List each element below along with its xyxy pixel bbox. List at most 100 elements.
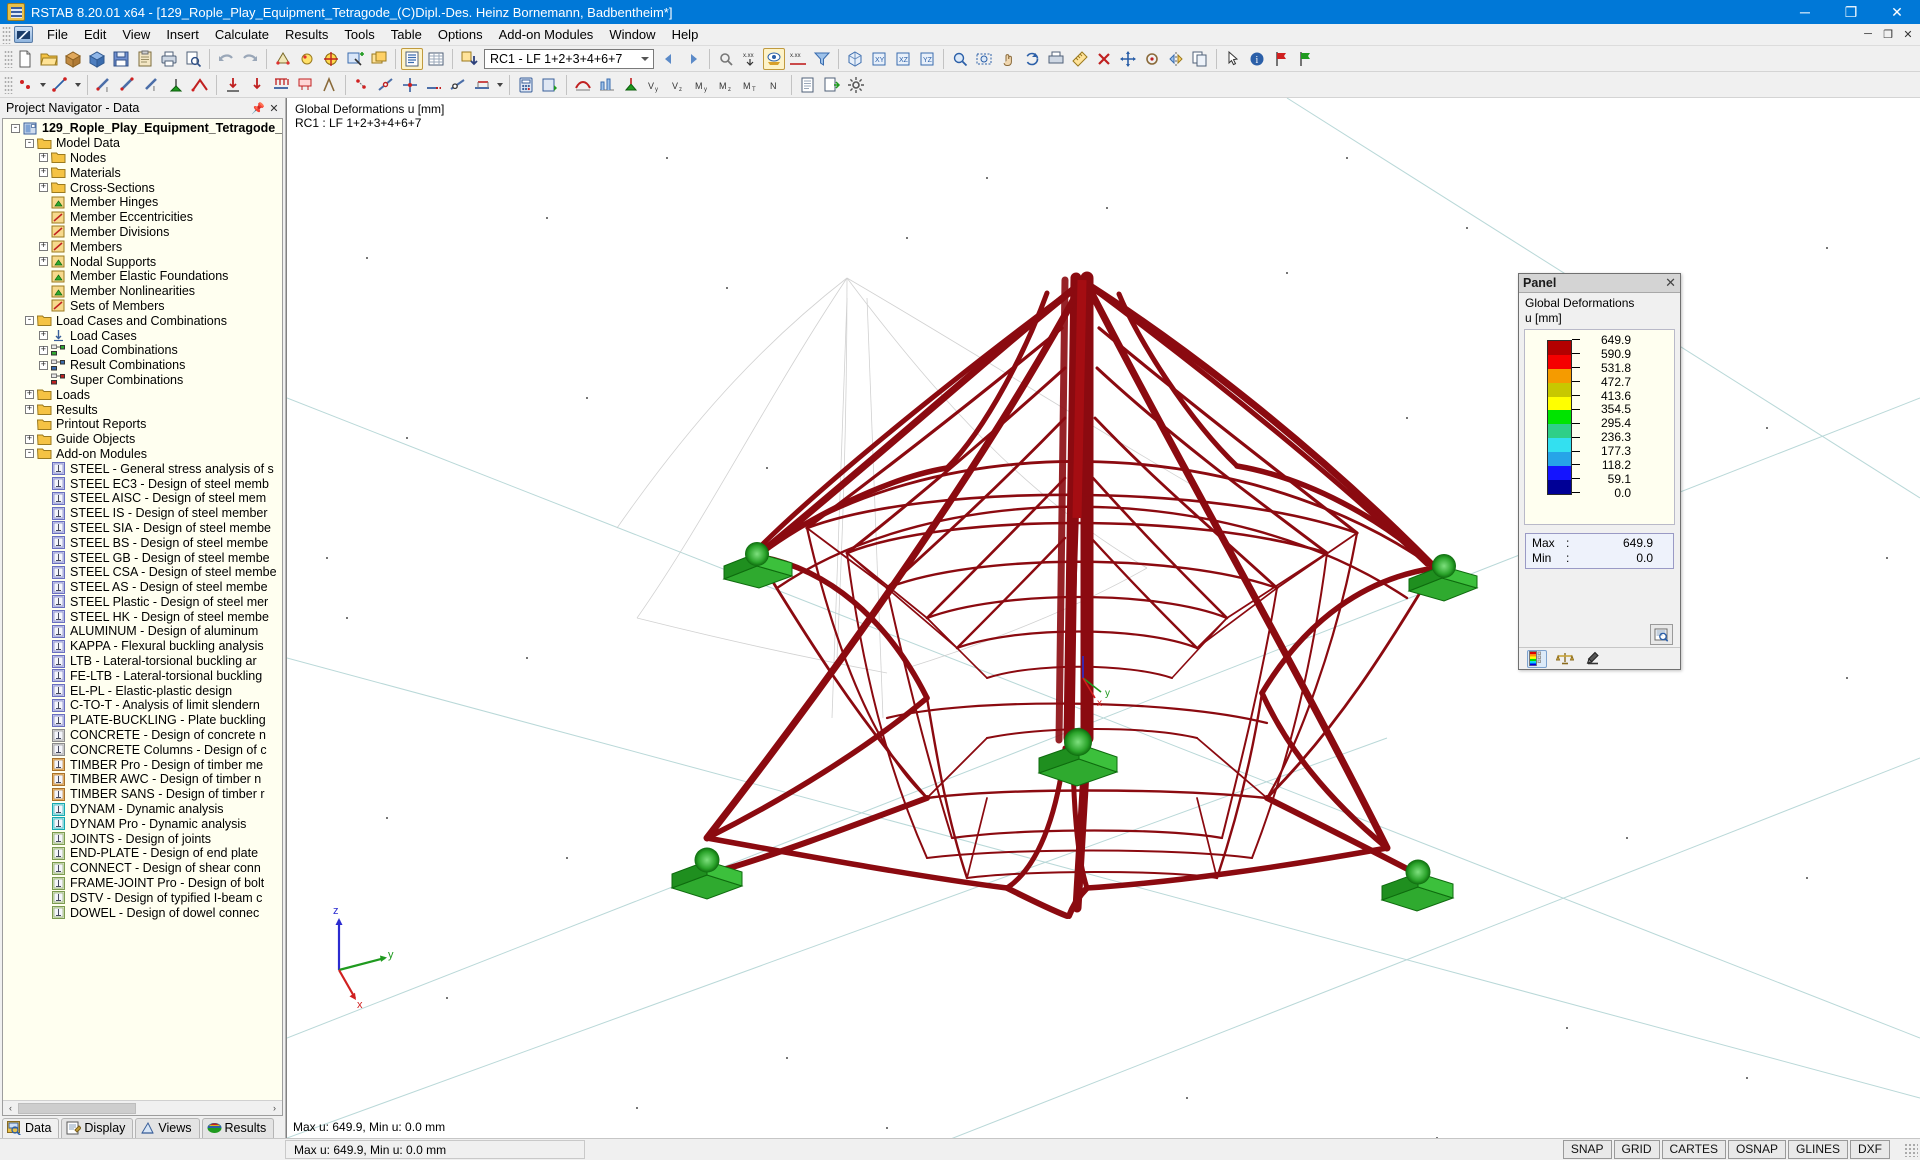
tree-node-loads[interactable]: + Loads [3, 387, 282, 402]
settings-icon[interactable] [845, 74, 867, 96]
result-value-label-icon[interactable]: x.xx [739, 48, 761, 70]
tree-node-nodes[interactable]: + Nodes [3, 151, 282, 166]
toolbar2-grip[interactable] [4, 75, 13, 94]
tree-node-steel-ec3-design-of-steel-memb[interactable]: STEEL EC3 - Design of steel memb [3, 476, 282, 491]
tree-node-steel-plastic-design-of-steel-mer[interactable]: STEEL Plastic - Design of steel mer [3, 595, 282, 610]
mdi-restore-button[interactable]: ❐ [1879, 25, 1897, 43]
tree-node-member-eccentricities[interactable]: Member Eccentricities [3, 210, 282, 225]
resize-grip[interactable] [1904, 1142, 1918, 1157]
tree-node-dynam-pro-dynamic-analysis[interactable]: DYNAM Pro - Dynamic analysis [3, 816, 282, 831]
result-mz-icon[interactable]: Mz [716, 74, 738, 96]
results-panel[interactable]: Panel ✕ Global Deformations u [mm] 649.9… [1518, 273, 1681, 670]
connect-members-icon[interactable] [399, 74, 421, 96]
support-forces-icon[interactable] [620, 74, 642, 96]
pan-icon[interactable] [997, 48, 1019, 70]
tree-node-el-pl-elastic-plastic-design[interactable]: EL-PL - Elastic-plastic design [3, 683, 282, 698]
tree-node-members[interactable]: + Members [3, 239, 282, 254]
lighting-icon[interactable] [296, 48, 318, 70]
deformation-result-icon[interactable] [572, 74, 594, 96]
print-graphic-icon[interactable] [1045, 48, 1067, 70]
navigator-tree[interactable]: -129_Rople_Play_Equipment_Tetragode_ - Mod… [2, 118, 283, 1116]
collapse-toggle-icon[interactable]: - [25, 449, 34, 459]
menu-item-tools[interactable]: Tools [336, 24, 382, 46]
menu-item-calculate[interactable]: Calculate [207, 24, 277, 46]
navigator-tab-views[interactable]: Views [135, 1118, 200, 1138]
tree-node-load-combinations[interactable]: + Load Combinations [3, 343, 282, 358]
menu-item-insert[interactable]: Insert [158, 24, 207, 46]
tree-node-member-hinges[interactable]: Member Hinges [3, 195, 282, 210]
result-mt-icon[interactable]: MT [740, 74, 762, 96]
help-pointer-icon[interactable] [1222, 48, 1244, 70]
tree-node-steel-aisc-design-of-steel-mem[interactable]: STEEL AISC - Design of steel mem [3, 491, 282, 506]
view-xy-icon[interactable]: XY [868, 48, 890, 70]
tree-node-kappa-flexural-buckling-analysis[interactable]: KAPPA - Flexural buckling analysis [3, 639, 282, 654]
tree-node-concrete-design-of-concrete-n[interactable]: CONCRETE - Design of concrete n [3, 728, 282, 743]
tree-node-joints-design-of-joints[interactable]: JOINTS - Design of joints [3, 831, 282, 846]
member-eccentricity-dropdown-icon[interactable] [494, 74, 505, 96]
member-set-icon[interactable] [189, 74, 211, 96]
expand-toggle-icon[interactable]: + [39, 242, 48, 252]
tree-node-steel-sia-design-of-steel-membe[interactable]: STEEL SIA - Design of steel membe [3, 521, 282, 536]
result-filter-icon[interactable] [811, 48, 833, 70]
menu-item-results[interactable]: Results [277, 24, 336, 46]
color-legend[interactable]: 649.9 590.9 531.8 472.7 413.6 354.5 295.4 236.3… [1524, 329, 1675, 525]
rotate-view-icon[interactable] [1021, 48, 1043, 70]
tree-node-concrete-columns-design-of-c[interactable]: CONCRETE Columns - Design of c [3, 742, 282, 757]
print-icon[interactable] [158, 48, 180, 70]
info-icon[interactable]: i [1246, 48, 1268, 70]
expand-toggle-icon[interactable]: + [39, 331, 48, 341]
expand-toggle-icon[interactable]: + [25, 405, 34, 415]
collapse-toggle-icon[interactable]: - [11, 123, 20, 133]
zoom-window-icon[interactable] [949, 48, 971, 70]
tree-node-result-combinations[interactable]: + Result Combinations [3, 358, 282, 373]
measure-icon[interactable] [1069, 48, 1091, 70]
tree-horizontal-scrollbar[interactable]: ‹ › [3, 1100, 282, 1115]
maximize-button[interactable]: ❐ [1828, 0, 1874, 24]
expand-toggle-icon[interactable]: + [39, 183, 48, 193]
line-icon[interactable] [49, 74, 71, 96]
chevron-down-icon[interactable] [641, 56, 649, 61]
menu-item-add-on-modules[interactable]: Add-on Modules [491, 24, 602, 46]
menu-grip[interactable] [2, 25, 11, 44]
clipboard-icon[interactable] [134, 48, 156, 70]
status-toggle-glines[interactable]: GLINES [1787, 1140, 1848, 1159]
node-dropdown-icon[interactable] [37, 74, 48, 96]
nodal-load-icon[interactable] [246, 74, 268, 96]
tree-node-steel-general-stress-analysis-of-s[interactable]: STEEL - General stress analysis of s [3, 461, 282, 476]
tree-node-c-to-t-analysis-of-limit-slendern[interactable]: C-TO-T - Analysis of limit slendern [3, 698, 282, 713]
node-icon[interactable] [14, 74, 36, 96]
tree-node-steel-is-design-of-steel-member[interactable]: STEEL IS - Design of steel member [3, 506, 282, 521]
tree-node-member-elastic-foundations[interactable]: Member Elastic Foundations [3, 269, 282, 284]
rotate-object-icon[interactable] [1141, 48, 1163, 70]
tree-node-guide-objects[interactable]: + Guide Objects [3, 432, 282, 447]
tree-node-cross-sections[interactable]: + Cross-Sections [3, 180, 282, 195]
result-my-icon[interactable]: My [692, 74, 714, 96]
expand-toggle-icon[interactable]: + [39, 345, 48, 355]
tree-node-printout-reports[interactable]: Printout Reports [3, 417, 282, 432]
flag-red-icon[interactable] [1270, 48, 1292, 70]
target-icon[interactable] [320, 48, 342, 70]
zoom-fit-icon[interactable] [1650, 624, 1673, 645]
tree-node-sets-of-members[interactable]: Sets of Members [3, 299, 282, 314]
save-as-icon[interactable] [86, 48, 108, 70]
imperfection-icon[interactable] [318, 74, 340, 96]
result-vy-icon[interactable]: Vy [644, 74, 666, 96]
redo-icon[interactable] [239, 48, 261, 70]
result-vz-icon[interactable]: Vz [668, 74, 690, 96]
tree-node-timber-awc-design-of-timber-n[interactable]: TIMBER AWC - Design of timber n [3, 772, 282, 787]
menu-item-table[interactable]: Table [383, 24, 430, 46]
mirror-icon[interactable] [1165, 48, 1187, 70]
expand-toggle-icon[interactable]: + [39, 153, 48, 163]
member-section-icon[interactable]: I [141, 74, 163, 96]
member-eccentricity-icon[interactable] [471, 74, 493, 96]
menu-item-options[interactable]: Options [430, 24, 491, 46]
tree-node-timber-sans-design-of-timber-r[interactable]: TIMBER SANS - Design of timber r [3, 787, 282, 802]
tree-node-nodal-supports[interactable]: + Nodal Supports [3, 254, 282, 269]
load-case-combo[interactable]: RC1 - LF 1+2+3+4+6+7 [484, 48, 654, 69]
delete-icon[interactable] [1093, 48, 1115, 70]
open-folder-icon[interactable] [38, 48, 60, 70]
expand-toggle-icon[interactable]: + [25, 434, 34, 444]
menu-item-help[interactable]: Help [664, 24, 707, 46]
member-hinge-icon[interactable] [447, 74, 469, 96]
save-icon[interactable] [110, 48, 132, 70]
